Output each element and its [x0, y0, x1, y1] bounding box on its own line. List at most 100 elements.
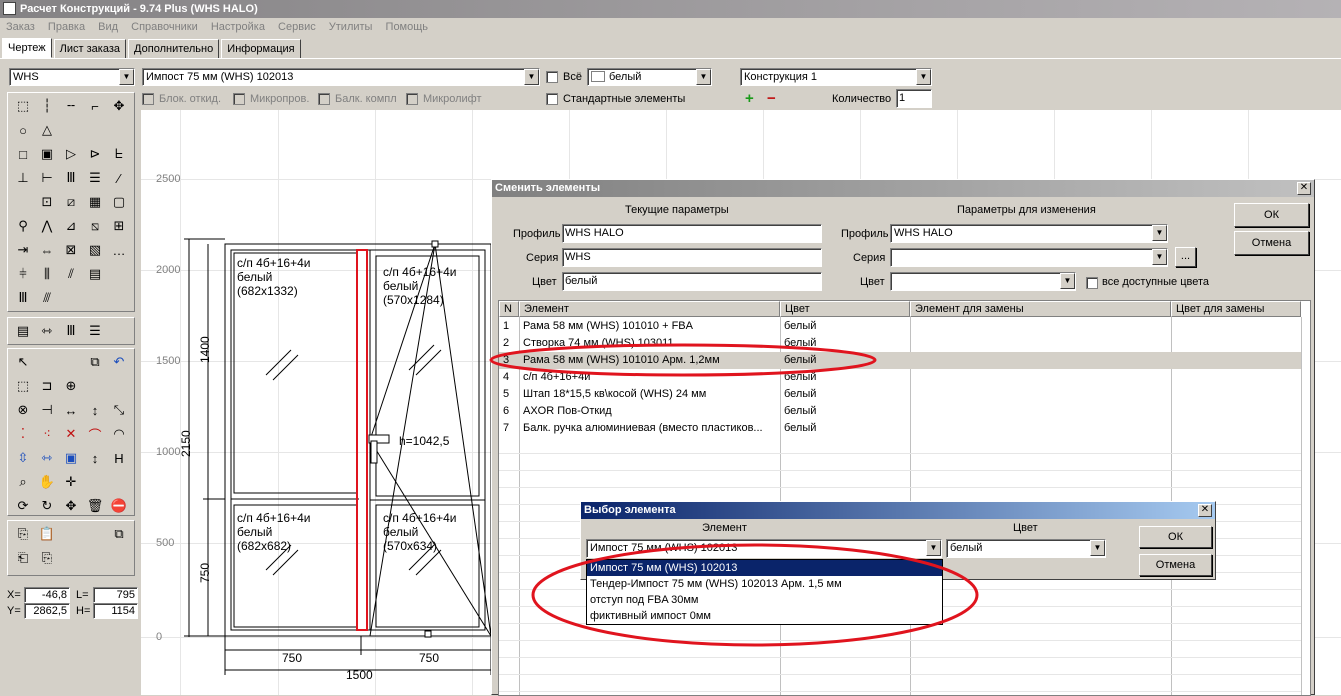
replace-icon[interactable]: ⧉ [85, 352, 105, 372]
micro-checkbox[interactable] [233, 93, 245, 105]
rotate-icon[interactable]: ↻ [37, 496, 57, 516]
profile-lines-icon[interactable]: ☰ [85, 321, 105, 341]
close-icon[interactable]: ✕ [1198, 504, 1212, 517]
stretch-h-icon[interactable]: ↔ [61, 400, 81, 420]
menu-help[interactable]: Помощь [386, 21, 429, 33]
points-radius-icon[interactable]: ⁖ [37, 424, 57, 444]
cancel-button[interactable]: Отмена [1234, 231, 1309, 255]
glass-icon[interactable]: ▦ [85, 192, 105, 212]
select-frame-icon[interactable]: ⬚ [13, 376, 33, 396]
diagonal-icon[interactable]: ⁄ [109, 168, 129, 188]
zoom-frame-icon[interactable]: ⊕ [61, 376, 81, 396]
split-icon[interactable]: ⫩ [13, 264, 33, 284]
cross-icon[interactable]: ✛ [61, 472, 81, 492]
microlift-checkbox[interactable] [406, 93, 418, 105]
arc-radius-icon[interactable]: ◠ [109, 424, 129, 444]
diag-lines-icon[interactable]: ⫻ [37, 288, 57, 308]
circle-icon[interactable]: ○ [13, 120, 33, 140]
balk-checkbox[interactable] [318, 93, 330, 105]
refresh-icon[interactable]: ⟳ [13, 496, 33, 516]
copy-doc-icon[interactable]: ⎗ [13, 548, 33, 568]
move-all-icon[interactable]: ✥ [61, 496, 81, 516]
element-combo[interactable]: Импост 75 мм (WHS) 102013 ▼ [586, 539, 942, 558]
table-row[interactable]: 7 Балк. ручка алюминиевая (вместо пласти… [499, 420, 1301, 437]
menu-settings[interactable]: Настройка [211, 21, 265, 33]
all-checkbox[interactable] [546, 71, 558, 83]
grid-icon[interactable]: ⊞ [109, 216, 129, 236]
lines-icon[interactable]: Ⅲ [13, 288, 33, 308]
chevron-down-icon[interactable]: ▼ [916, 69, 931, 85]
transom-icon[interactable]: ☰ [85, 168, 105, 188]
trash-icon[interactable]: 🗑 [85, 496, 105, 516]
stretch-box-icon[interactable]: ⤡ [109, 400, 129, 420]
table-row[interactable]: 6 AXOR Пов-Откид белый [499, 403, 1301, 420]
vertical-line-icon[interactable]: ⊥ [13, 168, 33, 188]
menu-order[interactable]: Заказ [6, 21, 35, 33]
horizontal-dim-icon[interactable]: ⊢ [37, 168, 57, 188]
select-cancel-button[interactable]: Отмена [1139, 554, 1212, 576]
add-construction-icon[interactable]: + [745, 90, 754, 107]
paste-icon[interactable]: 📋 [37, 524, 57, 544]
slide-right-icon[interactable]: ⇥ [13, 240, 33, 260]
more-icon[interactable]: … [109, 240, 129, 260]
move-icon[interactable]: ✥ [109, 96, 129, 116]
distribute-icon[interactable]: ↕ [85, 448, 105, 468]
paste-doc-icon[interactable]: ⎘ [37, 548, 57, 568]
list-item[interactable]: фиктивный импост 0мм [587, 608, 942, 624]
select-ok-button[interactable]: ОК [1139, 526, 1212, 548]
all-colors-checkbox[interactable] [1086, 277, 1098, 289]
panel-icon[interactable]: ▧ [85, 240, 105, 260]
chevron-down-icon[interactable]: ▼ [1152, 249, 1167, 265]
table-row-selected[interactable]: 3 Рама 58 мм (WHS) 101010 Арм. 1,2мм бел… [499, 352, 1301, 369]
chevron-down-icon[interactable]: ▼ [1060, 273, 1075, 289]
sash-icon[interactable]: ⊡ [37, 192, 57, 212]
table-row[interactable]: 5 Штап 18*15,5 кв\косой (WHS) 24 мм белы… [499, 386, 1301, 403]
align-v-icon[interactable]: ⇳ [13, 448, 33, 468]
menu-utilities[interactable]: Утилиты [329, 21, 373, 33]
menu-view[interactable]: Вид [98, 21, 118, 33]
col-n[interactable]: N [499, 301, 519, 317]
new-series-select[interactable]: ▼ [890, 248, 1168, 267]
bars-icon[interactable]: ⫼ [37, 264, 57, 284]
coord-icon[interactable]: ⊗ [13, 400, 33, 420]
stop-icon[interactable]: ⛔ [109, 496, 129, 516]
new-profile-select[interactable]: WHS HALO ▼ [890, 224, 1168, 243]
radius-icon[interactable]: ⌐ [85, 96, 105, 116]
list-item[interactable]: Тендер-Импост 75 мм (WHS) 102013 Арм. 1,… [587, 576, 942, 592]
menu-reference[interactable]: Справочники [131, 21, 198, 33]
arc-icon[interactable]: ⌒ [85, 424, 105, 444]
zoom-icon[interactable]: ⌕ [13, 472, 33, 492]
chevron-down-icon[interactable]: ▼ [1090, 540, 1105, 556]
col-replace-color[interactable]: Цвет для замены [1171, 301, 1301, 317]
undo-icon[interactable]: ↶ [109, 352, 129, 372]
standard-checkbox[interactable] [546, 93, 558, 105]
table-row[interactable]: 4 с/п 4б+16+4и белый [499, 369, 1301, 386]
turn-hatched-icon[interactable]: ⧅ [85, 216, 105, 236]
new-color-select[interactable]: ▼ [890, 272, 1076, 291]
select-rect-icon[interactable]: ⬚ [13, 96, 33, 116]
stretch-v-icon[interactable]: ↕ [85, 400, 105, 420]
col-color[interactable]: Цвет [780, 301, 910, 317]
series-browse-button[interactable]: ... [1175, 247, 1196, 267]
line-dashed-icon[interactable]: ╌ [61, 96, 81, 116]
pan-icon[interactable]: ✋ [37, 472, 57, 492]
tab-information[interactable]: Информация [221, 39, 301, 58]
pointer-icon[interactable]: ↖ [13, 352, 33, 372]
chevron-down-icon[interactable]: ▼ [696, 69, 711, 85]
tab-drawing[interactable]: Чертеж [2, 38, 52, 58]
table-row[interactable]: 2 Створка 74 мм (WHS) 103011 белый [499, 335, 1301, 352]
col-replace-element[interactable]: Элемент для замены [910, 301, 1171, 317]
tilt-icon[interactable]: ⋀ [37, 216, 57, 236]
chevron-down-icon[interactable]: ▼ [926, 540, 941, 556]
chevron-down-icon[interactable]: ▼ [524, 69, 539, 85]
rect-dashed-icon[interactable]: ┆ [37, 96, 57, 116]
profile-width-icon[interactable]: ⇿ [37, 321, 57, 341]
fixed-icon[interactable]: ⊠ [61, 240, 81, 260]
color-select[interactable]: белый ▼ [587, 68, 712, 86]
frame-square-icon[interactable]: ▢ [109, 192, 129, 212]
elements-grid[interactable]: N Элемент Цвет Элемент для замены Цвет д… [498, 300, 1311, 696]
chevron-down-icon[interactable]: ▼ [119, 69, 134, 85]
color-combo[interactable]: белый ▼ [946, 539, 1106, 558]
trim-icon[interactable]: ⊐ [37, 376, 57, 396]
col-element[interactable]: Элемент [519, 301, 780, 317]
